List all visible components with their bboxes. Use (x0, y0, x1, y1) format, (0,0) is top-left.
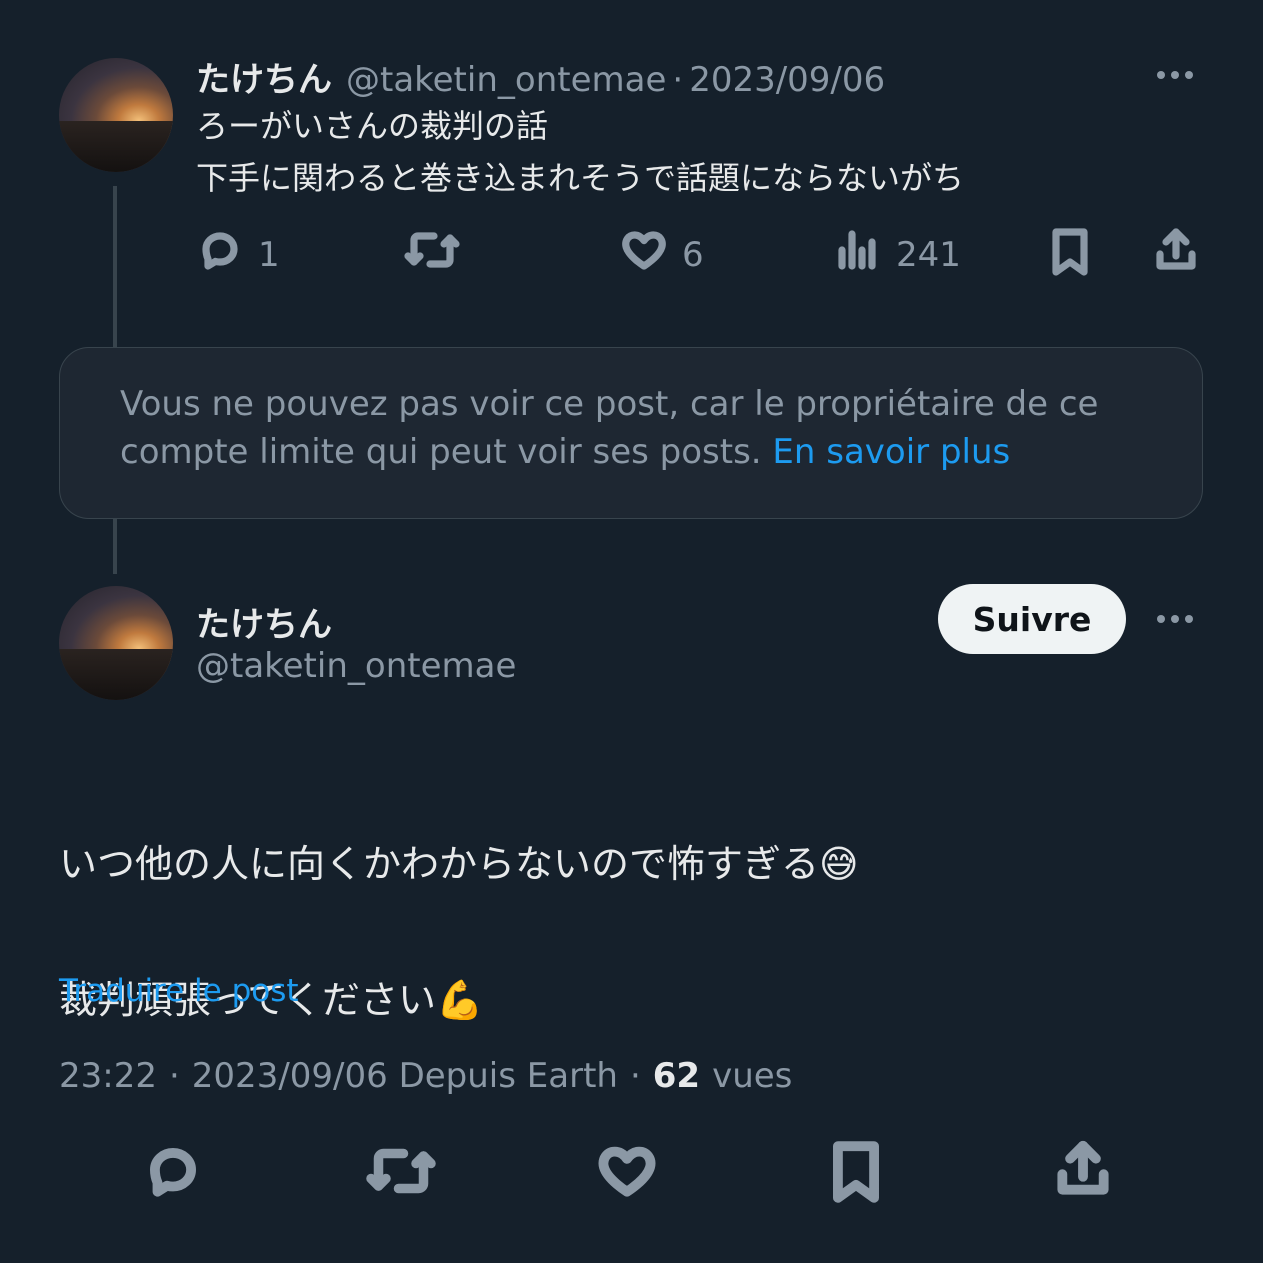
more-options-icon[interactable] (1157, 71, 1193, 79)
tweet-time[interactable]: 23:22 (59, 1056, 157, 1096)
thread-line (113, 186, 117, 348)
tweet-date[interactable]: 2023/09/06 (689, 60, 885, 100)
views-count: 241 (896, 234, 961, 275)
tweet-text: ろーがいさんの裁判の話 下手に関わると巻き込まれそうで話題にならないがち (196, 107, 965, 197)
bookmark-icon (1046, 226, 1094, 287)
views-button[interactable]: 241 (834, 226, 961, 283)
views-chart-icon (834, 226, 882, 283)
handle[interactable]: @taketin_ontemae (196, 646, 516, 686)
tweet-date-source[interactable]: 2023/09/06 Depuis Earth (192, 1056, 618, 1096)
separator: · (672, 60, 684, 100)
thread-line (113, 518, 117, 574)
bookmark-icon[interactable] (825, 1138, 887, 1210)
reply-count: 1 (258, 234, 280, 275)
views-count[interactable]: 62 (653, 1056, 700, 1096)
restricted-post-notice: Vous ne pouvez pas voir ce post, car le … (59, 347, 1203, 519)
translate-link[interactable]: Traduire le post (59, 973, 299, 1009)
separator: · (168, 1056, 180, 1096)
heart-icon (620, 226, 668, 283)
handle[interactable]: @taketin_ontemae (346, 60, 666, 100)
retweet-button[interactable] (404, 226, 460, 283)
tweet-line-1-text: いつ他の人に向くかわからないので怖すぎる (59, 842, 820, 886)
heart-icon[interactable] (596, 1140, 658, 1206)
share-button[interactable] (1152, 226, 1200, 283)
bookmark-button[interactable] (1046, 226, 1094, 287)
tweet-line-1: いつ他の人に向くかわからないので怖すぎる😅 (59, 830, 1209, 898)
tweet-text: いつ他の人に向くかわからないので怖すぎる😅 裁判頑張ってください💪 (59, 762, 1209, 1102)
separator: · (629, 1056, 641, 1096)
display-name[interactable]: たけちん (196, 52, 332, 101)
like-button[interactable]: 6 (620, 226, 704, 283)
flexed-biceps-emoji: 💪 (435, 978, 484, 1022)
share-icon[interactable] (1052, 1138, 1114, 1204)
avatar[interactable] (59, 58, 173, 172)
views-label: vues (712, 1056, 793, 1096)
reply-icon (196, 226, 244, 283)
retweet-icon (404, 226, 460, 283)
like-count: 6 (682, 234, 704, 275)
restricted-message: Vous ne pouvez pas voir ce post, car le … (120, 380, 1170, 476)
follow-button[interactable]: Suivre (938, 584, 1126, 654)
tweet1-header: たけちん @taketin_ontemae · 2023/09/06 (196, 52, 885, 101)
display-name[interactable]: たけちん (196, 597, 332, 646)
share-icon (1152, 226, 1200, 283)
learn-more-link[interactable]: En savoir plus (772, 432, 1010, 472)
tweet-meta: 23:22 · 2023/09/06 Depuis Earth · 62 vue… (59, 1056, 792, 1096)
reply-icon[interactable] (142, 1140, 204, 1206)
sweat-smile-emoji: 😅 (819, 842, 859, 886)
retweet-icon[interactable] (366, 1140, 436, 1206)
avatar[interactable] (59, 586, 173, 700)
more-options-icon[interactable] (1157, 615, 1193, 623)
reply-button[interactable]: 1 (196, 226, 280, 283)
